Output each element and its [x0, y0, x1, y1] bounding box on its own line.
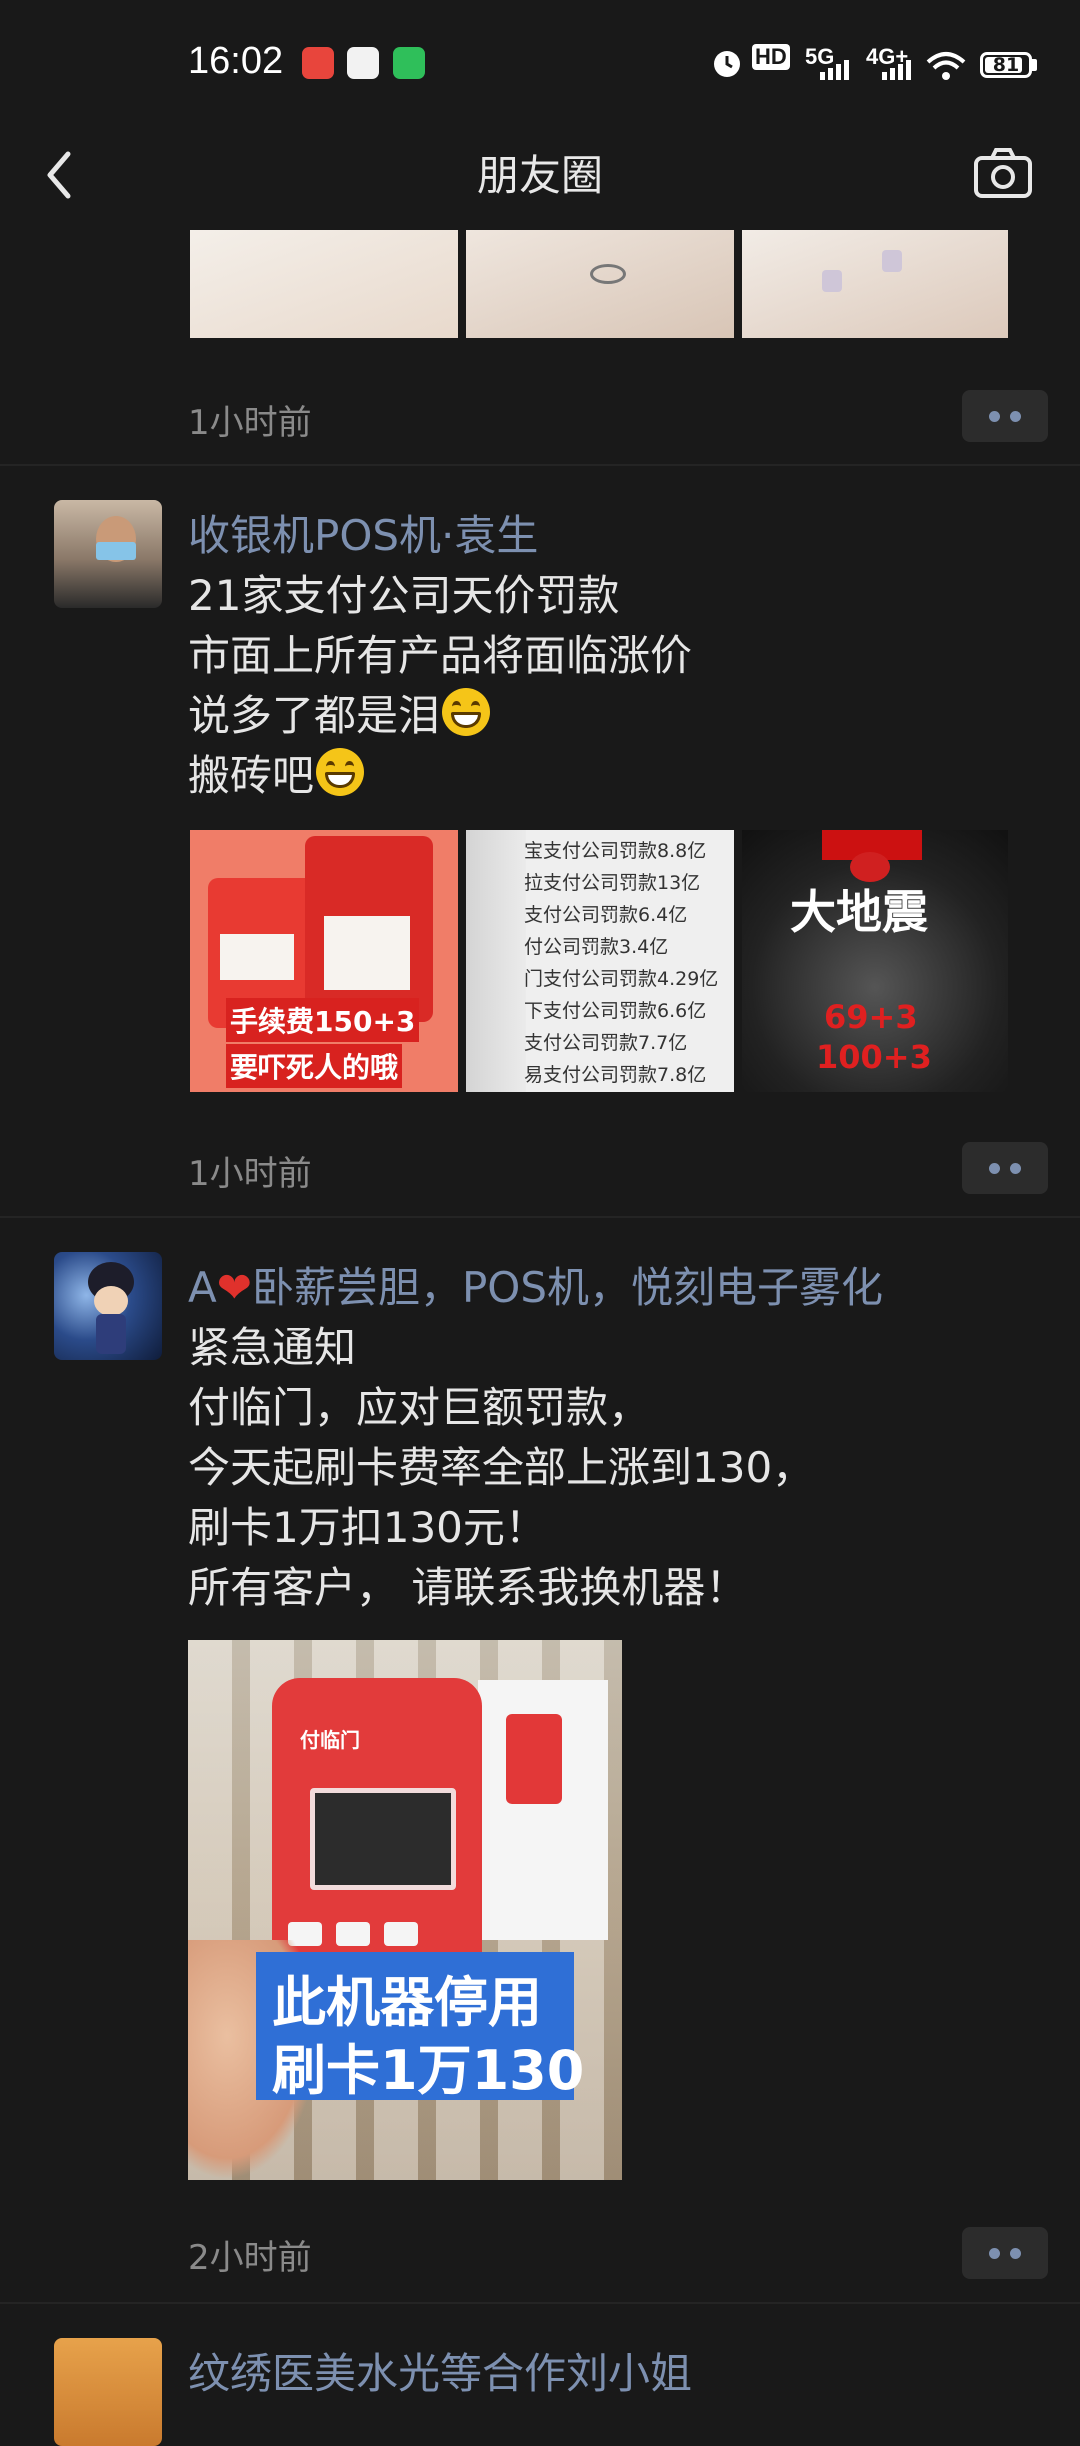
alarm-icon: [714, 51, 740, 77]
image-text-line: 支付公司罚款6.4亿: [524, 904, 688, 926]
image-overlay-headline: 大地震: [790, 885, 928, 939]
post-text-line: 说多了都是泪: [188, 682, 491, 743]
post-text: 搬砖吧: [188, 751, 315, 800]
post-author[interactable]: A❤卧薪尝胆，POS机，悦刻电子雾化: [188, 1254, 883, 1315]
post-text-line: 刷卡1万扣130元！: [188, 1503, 547, 1552]
image-overlay-text: 刷卡1万130: [272, 2039, 585, 2102]
image-overlay-text: 手续费150+3: [226, 998, 420, 1042]
image-text-line: 下支付公司罚款6.6亿: [524, 1000, 707, 1022]
post-text-line: 今天起刷卡费率全部上涨到130，: [188, 1443, 815, 1492]
post-image[interactable]: 手续费150+3 要吓死人的哦: [190, 830, 458, 1092]
camera-icon[interactable]: [970, 140, 1036, 206]
status-time: 16:02: [188, 40, 284, 82]
post-image[interactable]: [742, 230, 1008, 338]
image-overlay-figure: 69+3: [824, 998, 918, 1036]
image-overlay-figure: 100+3: [816, 1038, 932, 1076]
image-overlay-text: 要吓死人的哦: [226, 1044, 403, 1088]
post-timestamp: 1小时前: [188, 403, 312, 443]
image-text-line: 支付公司罚款7.7亿: [524, 1032, 688, 1054]
post-timestamp: 1小时前: [188, 1154, 312, 1194]
post-divider: [0, 464, 1080, 466]
iqiyi-notification-icon: [393, 47, 425, 79]
signal-bars-icon: [882, 60, 911, 80]
post-text-line: 21家支付公司天价罚款: [188, 571, 620, 620]
post-text-line: 紧急通知: [188, 1323, 357, 1372]
heart-icon: ❤: [216, 1263, 252, 1312]
avatar[interactable]: [54, 1252, 162, 1360]
post-image[interactable]: [190, 230, 458, 338]
battery-indicator: 81: [980, 52, 1032, 78]
image-text-line: 拉支付公司罚款13亿: [524, 872, 701, 894]
battery-tip: [1032, 59, 1037, 71]
nav-bar: 朋友圈: [0, 120, 1080, 230]
avatar[interactable]: [54, 2338, 162, 2446]
author-name-rest: 卧薪尝胆，POS机，悦刻电子雾化: [251, 1263, 883, 1312]
image-text-line: 宝支付公司罚款8.8亿: [524, 840, 707, 862]
page-title: 朋友圈: [476, 151, 603, 200]
post-author[interactable]: 收银机POS机·袁生: [188, 502, 538, 563]
device-brand-label: 付临门: [300, 1728, 360, 1752]
image-text-line: 门支付公司罚款4.29亿: [524, 968, 719, 990]
grin-emoji-icon: [316, 748, 365, 796]
status-bar: 16:02 HD 5G 4G+ 81: [0, 0, 1080, 130]
post-text-line: 搬砖吧: [188, 742, 365, 803]
avatar[interactable]: [54, 500, 162, 608]
post-divider: [0, 1216, 1080, 1218]
author-name-prefix: A: [188, 1263, 217, 1312]
signal-bars-icon: [820, 60, 849, 80]
post-text-line: 所有客户， 请联系我换机器！: [188, 1563, 748, 1612]
image-text-line: 付公司罚款3.4亿: [524, 936, 669, 958]
post-actions-button[interactable]: [962, 2227, 1048, 2279]
post-image[interactable]: [466, 230, 734, 338]
post-text-line: 市面上所有产品将面临涨价: [188, 631, 693, 680]
post-timestamp: 2小时前: [188, 2238, 312, 2278]
post-text: 说多了都是泪: [188, 691, 441, 740]
post-image[interactable]: 宝支付公司罚款8.8亿 拉支付公司罚款13亿 支付公司罚款6.4亿 付公司罚款3…: [466, 830, 734, 1092]
wifi-icon: [926, 52, 966, 80]
app-notification-icon: [347, 47, 379, 79]
post-actions-button[interactable]: [962, 1142, 1048, 1194]
post-text-line: 付临门，应对巨额罚款，: [188, 1383, 651, 1432]
image-text-line: 易支付公司罚款7.8亿: [524, 1064, 707, 1086]
post-image[interactable]: 大地震 69+3 100+3: [742, 830, 1008, 1092]
app-notification-icon: [302, 47, 334, 79]
post-author[interactable]: 纹绣医美水光等合作刘小姐: [188, 2340, 692, 2401]
grin-emoji-icon: [442, 688, 491, 736]
post-divider: [0, 2302, 1080, 2304]
post-image[interactable]: 付临门 此机器停用 刷卡1万130: [188, 1640, 622, 2180]
post-actions-button[interactable]: [962, 390, 1048, 442]
hd-indicator: HD: [752, 44, 790, 70]
